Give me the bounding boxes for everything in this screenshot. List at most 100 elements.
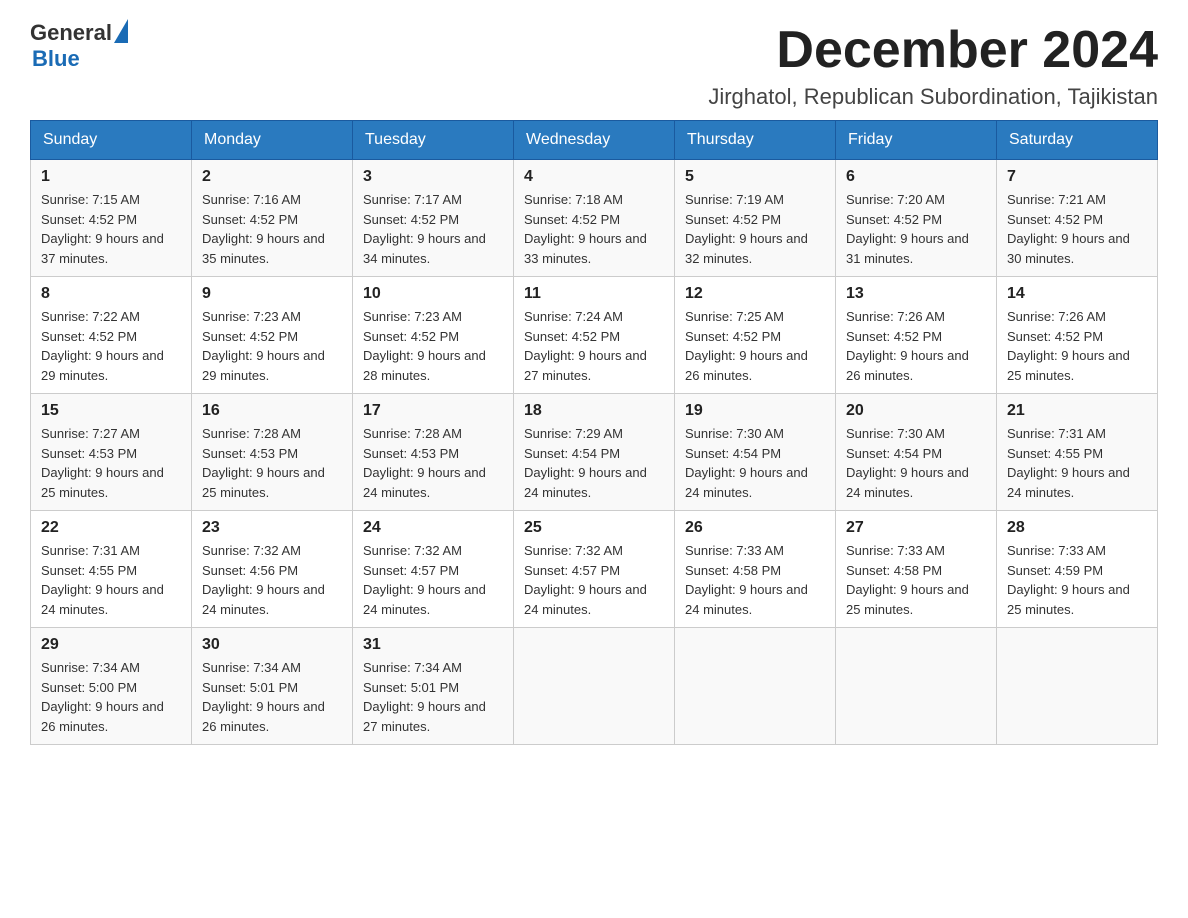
day-number: 17	[363, 402, 503, 420]
table-row: 15 Sunrise: 7:27 AMSunset: 4:53 PMDaylig…	[31, 394, 192, 511]
table-row: 2 Sunrise: 7:16 AMSunset: 4:52 PMDayligh…	[192, 160, 353, 277]
day-number: 2	[202, 168, 342, 186]
day-info: Sunrise: 7:28 AMSunset: 4:53 PMDaylight:…	[202, 426, 325, 500]
col-tuesday: Tuesday	[353, 121, 514, 160]
table-row: 6 Sunrise: 7:20 AMSunset: 4:52 PMDayligh…	[836, 160, 997, 277]
table-row: 19 Sunrise: 7:30 AMSunset: 4:54 PMDaylig…	[675, 394, 836, 511]
table-row: 27 Sunrise: 7:33 AMSunset: 4:58 PMDaylig…	[836, 511, 997, 628]
day-info: Sunrise: 7:33 AMSunset: 4:58 PMDaylight:…	[685, 543, 808, 617]
logo-text-blue: Blue	[32, 46, 128, 72]
table-row: 18 Sunrise: 7:29 AMSunset: 4:54 PMDaylig…	[514, 394, 675, 511]
col-sunday: Sunday	[31, 121, 192, 160]
col-monday: Monday	[192, 121, 353, 160]
day-number: 30	[202, 636, 342, 654]
logo-triangle-icon	[114, 19, 128, 43]
day-number: 7	[1007, 168, 1147, 186]
table-row: 20 Sunrise: 7:30 AMSunset: 4:54 PMDaylig…	[836, 394, 997, 511]
table-row: 1 Sunrise: 7:15 AMSunset: 4:52 PMDayligh…	[31, 160, 192, 277]
day-info: Sunrise: 7:34 AMSunset: 5:01 PMDaylight:…	[363, 660, 486, 734]
col-friday: Friday	[836, 121, 997, 160]
day-number: 24	[363, 519, 503, 537]
table-row: 16 Sunrise: 7:28 AMSunset: 4:53 PMDaylig…	[192, 394, 353, 511]
table-row: 30 Sunrise: 7:34 AMSunset: 5:01 PMDaylig…	[192, 628, 353, 745]
day-number: 16	[202, 402, 342, 420]
day-info: Sunrise: 7:23 AMSunset: 4:52 PMDaylight:…	[202, 309, 325, 383]
page-header: General Blue December 2024 Jirghatol, Re…	[30, 20, 1158, 110]
week-row-1: 1 Sunrise: 7:15 AMSunset: 4:52 PMDayligh…	[31, 160, 1158, 277]
table-row: 7 Sunrise: 7:21 AMSunset: 4:52 PMDayligh…	[997, 160, 1158, 277]
day-number: 3	[363, 168, 503, 186]
location-subtitle: Jirghatol, Republican Subordination, Taj…	[708, 84, 1158, 110]
table-row: 3 Sunrise: 7:17 AMSunset: 4:52 PMDayligh…	[353, 160, 514, 277]
calendar-header-row: Sunday Monday Tuesday Wednesday Thursday…	[31, 121, 1158, 160]
table-row	[675, 628, 836, 745]
table-row: 4 Sunrise: 7:18 AMSunset: 4:52 PMDayligh…	[514, 160, 675, 277]
day-number: 8	[41, 285, 181, 303]
day-number: 18	[524, 402, 664, 420]
day-number: 5	[685, 168, 825, 186]
calendar-table: Sunday Monday Tuesday Wednesday Thursday…	[30, 120, 1158, 745]
table-row: 22 Sunrise: 7:31 AMSunset: 4:55 PMDaylig…	[31, 511, 192, 628]
table-row: 31 Sunrise: 7:34 AMSunset: 5:01 PMDaylig…	[353, 628, 514, 745]
day-info: Sunrise: 7:25 AMSunset: 4:52 PMDaylight:…	[685, 309, 808, 383]
day-number: 22	[41, 519, 181, 537]
day-info: Sunrise: 7:34 AMSunset: 5:01 PMDaylight:…	[202, 660, 325, 734]
day-info: Sunrise: 7:20 AMSunset: 4:52 PMDaylight:…	[846, 192, 969, 266]
day-info: Sunrise: 7:33 AMSunset: 4:58 PMDaylight:…	[846, 543, 969, 617]
day-number: 11	[524, 285, 664, 303]
day-number: 21	[1007, 402, 1147, 420]
table-row: 5 Sunrise: 7:19 AMSunset: 4:52 PMDayligh…	[675, 160, 836, 277]
table-row: 17 Sunrise: 7:28 AMSunset: 4:53 PMDaylig…	[353, 394, 514, 511]
col-wednesday: Wednesday	[514, 121, 675, 160]
day-info: Sunrise: 7:27 AMSunset: 4:53 PMDaylight:…	[41, 426, 164, 500]
table-row: 14 Sunrise: 7:26 AMSunset: 4:52 PMDaylig…	[997, 277, 1158, 394]
week-row-4: 22 Sunrise: 7:31 AMSunset: 4:55 PMDaylig…	[31, 511, 1158, 628]
day-number: 19	[685, 402, 825, 420]
table-row: 25 Sunrise: 7:32 AMSunset: 4:57 PMDaylig…	[514, 511, 675, 628]
day-number: 4	[524, 168, 664, 186]
table-row: 28 Sunrise: 7:33 AMSunset: 4:59 PMDaylig…	[997, 511, 1158, 628]
day-number: 26	[685, 519, 825, 537]
day-number: 9	[202, 285, 342, 303]
table-row	[997, 628, 1158, 745]
table-row: 11 Sunrise: 7:24 AMSunset: 4:52 PMDaylig…	[514, 277, 675, 394]
day-number: 10	[363, 285, 503, 303]
logo-text-general: General	[30, 20, 112, 46]
day-info: Sunrise: 7:15 AMSunset: 4:52 PMDaylight:…	[41, 192, 164, 266]
month-title: December 2024	[708, 20, 1158, 80]
day-info: Sunrise: 7:22 AMSunset: 4:52 PMDaylight:…	[41, 309, 164, 383]
table-row: 24 Sunrise: 7:32 AMSunset: 4:57 PMDaylig…	[353, 511, 514, 628]
table-row: 10 Sunrise: 7:23 AMSunset: 4:52 PMDaylig…	[353, 277, 514, 394]
day-number: 1	[41, 168, 181, 186]
col-thursday: Thursday	[675, 121, 836, 160]
day-info: Sunrise: 7:31 AMSunset: 4:55 PMDaylight:…	[1007, 426, 1130, 500]
logo: General Blue	[30, 20, 128, 72]
day-info: Sunrise: 7:19 AMSunset: 4:52 PMDaylight:…	[685, 192, 808, 266]
week-row-3: 15 Sunrise: 7:27 AMSunset: 4:53 PMDaylig…	[31, 394, 1158, 511]
day-number: 15	[41, 402, 181, 420]
day-info: Sunrise: 7:33 AMSunset: 4:59 PMDaylight:…	[1007, 543, 1130, 617]
table-row: 23 Sunrise: 7:32 AMSunset: 4:56 PMDaylig…	[192, 511, 353, 628]
day-number: 29	[41, 636, 181, 654]
day-number: 31	[363, 636, 503, 654]
table-row: 13 Sunrise: 7:26 AMSunset: 4:52 PMDaylig…	[836, 277, 997, 394]
title-area: December 2024 Jirghatol, Republican Subo…	[708, 20, 1158, 110]
table-row: 29 Sunrise: 7:34 AMSunset: 5:00 PMDaylig…	[31, 628, 192, 745]
day-number: 25	[524, 519, 664, 537]
table-row: 21 Sunrise: 7:31 AMSunset: 4:55 PMDaylig…	[997, 394, 1158, 511]
day-number: 6	[846, 168, 986, 186]
day-number: 12	[685, 285, 825, 303]
day-info: Sunrise: 7:24 AMSunset: 4:52 PMDaylight:…	[524, 309, 647, 383]
day-number: 27	[846, 519, 986, 537]
table-row: 9 Sunrise: 7:23 AMSunset: 4:52 PMDayligh…	[192, 277, 353, 394]
week-row-2: 8 Sunrise: 7:22 AMSunset: 4:52 PMDayligh…	[31, 277, 1158, 394]
day-number: 23	[202, 519, 342, 537]
day-info: Sunrise: 7:34 AMSunset: 5:00 PMDaylight:…	[41, 660, 164, 734]
week-row-5: 29 Sunrise: 7:34 AMSunset: 5:00 PMDaylig…	[31, 628, 1158, 745]
day-info: Sunrise: 7:30 AMSunset: 4:54 PMDaylight:…	[685, 426, 808, 500]
table-row	[514, 628, 675, 745]
day-info: Sunrise: 7:16 AMSunset: 4:52 PMDaylight:…	[202, 192, 325, 266]
day-info: Sunrise: 7:26 AMSunset: 4:52 PMDaylight:…	[846, 309, 969, 383]
day-info: Sunrise: 7:17 AMSunset: 4:52 PMDaylight:…	[363, 192, 486, 266]
day-info: Sunrise: 7:32 AMSunset: 4:57 PMDaylight:…	[524, 543, 647, 617]
